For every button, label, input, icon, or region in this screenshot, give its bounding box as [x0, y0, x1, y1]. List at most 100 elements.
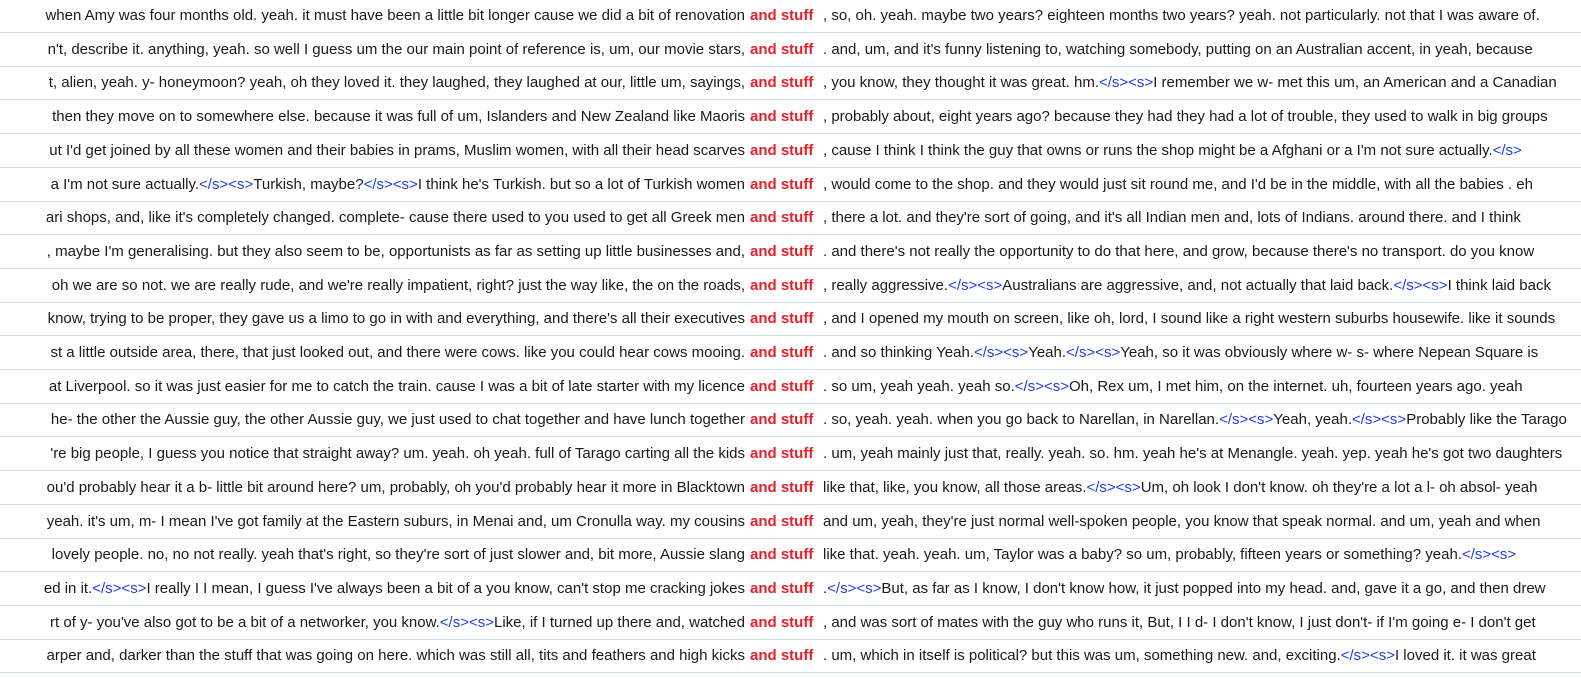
concordance-row: oh we are so not. we are really rude, an… [0, 270, 1581, 303]
left-context: , maybe I'm generalising. but they also … [47, 243, 745, 261]
right-context-text: , cause I think I think the guy that own… [823, 141, 1493, 159]
concordance-row: rt of y- you've also got to be a bit of … [0, 607, 1581, 640]
right-context-text: , there a lot. and they're sort of going… [823, 209, 1521, 227]
left-context-text: ed in it. [43, 579, 93, 597]
right-context-text: I remember we w- met this um, an America… [1153, 74, 1557, 92]
left-context-text: lovely people. no, no not really. yeah t… [51, 546, 745, 564]
right-context-text: , and was sort of mates with the guy who… [823, 613, 1536, 631]
right-context-text: and um, yeah, they're just normal well-s… [823, 512, 1541, 530]
keyword-match: and stuff [750, 647, 814, 665]
right-context-text: like that. yeah. yeah. um, Taylor was a … [823, 546, 1462, 564]
keyword-match: and stuff [750, 242, 814, 260]
keyword-match: and stuff [750, 108, 814, 126]
right-context-text: , really aggressive. [823, 276, 949, 294]
right-context: , would come to the shop. and they would… [823, 176, 1533, 194]
left-context: st a little outside area, there, that ju… [50, 344, 745, 362]
right-context-text: . um, yeah mainly just that, really. yea… [823, 445, 1563, 463]
right-context-text: Probably like the Tarago [1406, 411, 1567, 429]
right-context: . and so thinking Yeah.</s><s>Yeah.</s><… [823, 344, 1538, 362]
sentence-boundary-tag: </s><s> [199, 175, 254, 193]
keyword-match: and stuff [750, 445, 814, 463]
left-context-text: at Liverpool. so it was just easier for … [48, 377, 745, 395]
right-context: , really aggressive.</s><s>Australians a… [823, 277, 1551, 295]
left-context-text: then they move on to somewhere else. bec… [52, 108, 745, 126]
concordance-row: yeah. it's um, m- I mean I've got family… [0, 506, 1581, 539]
keyword-match: and stuff [750, 579, 814, 597]
keyword-match: and stuff [750, 546, 814, 564]
concordance-row: 're big people, I guess you notice that … [0, 438, 1581, 472]
right-context: , you know, they thought it was great. h… [823, 74, 1557, 92]
concordance-row: ou'd probably hear it a b- little bit ar… [0, 472, 1581, 505]
right-context-text: . so, yeah. yeah. when you go back to Na… [823, 411, 1220, 429]
keyword-match: and stuff [750, 276, 814, 294]
right-context: like that, like, you know, all those are… [823, 479, 1538, 497]
sentence-boundary-tag: </s><s> [973, 344, 1029, 361]
left-context-text: ou'd probably hear it a b- little bit ar… [46, 478, 745, 496]
keyword-match: and stuff [750, 74, 814, 92]
left-context: 're big people, I guess you notice that … [50, 445, 745, 463]
left-context: he- the other the Aussie guy, the other … [51, 411, 745, 429]
keyword-match: and stuff [750, 209, 814, 227]
concordance-row: t, alien, yeah. y- honeymoon? yeah, oh t… [0, 67, 1581, 101]
right-context-text: Oh, Rex um, I met him, on the internet. … [1069, 377, 1523, 395]
sentence-boundary-tag: </s><s> [363, 175, 418, 193]
left-context-text: I really I I mean, I guess I've always b… [146, 579, 745, 597]
keyword-match: and stuff [750, 7, 814, 24]
right-context: , and was sort of mates with the guy who… [823, 614, 1536, 632]
keyword-match: and stuff [750, 40, 814, 58]
right-context: . so, yeah. yeah. when you go back to Na… [823, 411, 1567, 429]
right-context: , so, oh. yeah. maybe two years? eightee… [823, 7, 1540, 25]
left-context: ou'd probably hear it a b- little bit ar… [47, 479, 745, 497]
left-context-text: Turkish, maybe? [253, 175, 364, 193]
left-context: arper and, darker than the stuff that wa… [47, 647, 745, 665]
concordance-row: arper and, darker than the stuff that wa… [0, 640, 1581, 674]
concordance-row: n't, describe it. anything, yeah. so wel… [0, 34, 1581, 67]
sentence-boundary-tag: </s><s> [1340, 647, 1395, 665]
sentence-boundary-tag: </s><s> [92, 579, 147, 597]
right-context-text: Yeah, so it was obviously where w- s- wh… [1120, 344, 1539, 361]
left-context-text: Like, if I turned up there and, watched [494, 613, 745, 631]
right-context-text: . and there's not really the opportunity… [823, 242, 1535, 260]
left-context-text: oh we are so not. we are really rude, an… [51, 276, 745, 294]
sentence-boundary-tag: </s><s> [1461, 546, 1517, 564]
left-context: ut I'd get joined by all these women and… [49, 142, 745, 160]
concordance-row: then they move on to somewhere else. bec… [0, 101, 1581, 135]
concordance-row: lovely people. no, no not really. yeah t… [0, 539, 1581, 573]
sentence-boundary-tag: </s><s> [948, 276, 1003, 294]
sentence-boundary-tag: </s><s> [1066, 344, 1121, 361]
keyword-match: and stuff [750, 344, 814, 361]
right-context: like that. yeah. yeah. um, Taylor was a … [823, 546, 1516, 564]
sentence-boundary-tag: </s> [1492, 141, 1522, 159]
left-context: rt of y- you've also got to be a bit of … [50, 614, 745, 632]
right-context-text: I think laid back [1447, 276, 1551, 294]
right-context: . um, which in itself is political? but … [823, 647, 1536, 665]
keyword-match: and stuff [750, 141, 814, 159]
concordance-row: , maybe I'm generalising. but they also … [0, 236, 1581, 269]
right-context: and um, yeah, they're just normal well-s… [823, 513, 1540, 531]
right-context: . so um, yeah yeah. yeah so.</s><s>Oh, R… [823, 378, 1523, 396]
right-context-text: Yeah, yeah. [1273, 411, 1352, 429]
left-context-text: ut I'd get joined by all these women and… [49, 141, 745, 159]
left-context: know, trying to be proper, they gave us … [48, 310, 745, 328]
left-context-text: , maybe I'm generalising. but they also … [46, 242, 745, 260]
concordance-row: he- the other the Aussie guy, the other … [0, 404, 1581, 438]
left-context-text: st a little outside area, there, that ju… [50, 344, 745, 361]
right-context: , cause I think I think the guy that own… [823, 142, 1522, 160]
keyword-match: and stuff [750, 377, 814, 395]
concordance-row: ed in it.</s><s>I really I I mean, I gue… [0, 573, 1581, 606]
right-context-text: , you know, they thought it was great. h… [823, 74, 1099, 92]
right-context-text: , and I opened my mouth on screen, like … [823, 310, 1556, 328]
right-context: . um, yeah mainly just that, really. yea… [823, 445, 1562, 463]
left-context-text: he- the other the Aussie guy, the other … [50, 411, 745, 429]
right-context: , and I opened my mouth on screen, like … [823, 310, 1555, 328]
sentence-boundary-tag: </s><s> [1351, 411, 1407, 429]
left-context-text: rt of y- you've also got to be a bit of … [50, 613, 440, 631]
sentence-boundary-tag: </s><s> [827, 579, 882, 597]
right-context-text: Yeah. [1028, 344, 1067, 361]
left-context-text: when Amy was four months old. yeah. it m… [45, 7, 745, 24]
sentence-boundary-tag: </s><s> [1393, 276, 1448, 294]
sentence-boundary-tag: </s><s> [439, 613, 494, 631]
keyword-match: and stuff [750, 478, 814, 496]
right-context: .</s><s>But, as far as I know, I don't k… [823, 580, 1546, 598]
right-context-text: Australians are aggressive, and, not act… [1002, 276, 1394, 294]
